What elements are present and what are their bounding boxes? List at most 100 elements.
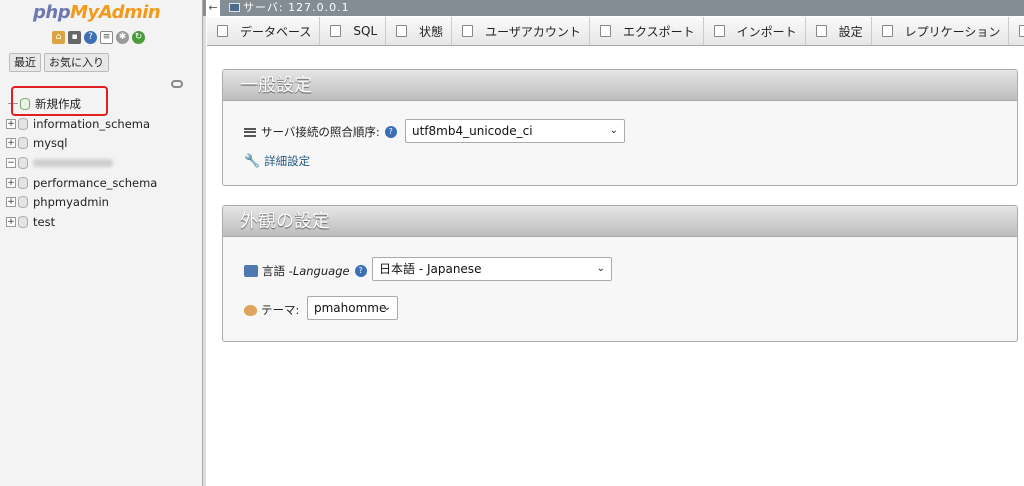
server-breadcrumb-bar: ← サーバ: 127.0.0.1 [203,0,1024,16]
server-breadcrumb[interactable]: サーバ: 127.0.0.1 [243,0,350,16]
help-icon[interactable]: ? [84,31,97,44]
tab-replication[interactable]: レプリケーション [871,17,1010,45]
collation-select[interactable]: utf8mb4_unicode_ci ⌄ [405,119,625,143]
database-item[interactable]: + information_schema [6,114,157,134]
tab-label: インポート [736,24,797,39]
sql-icon [330,25,342,37]
nav-tabs: 最近 お気に入り [9,53,109,72]
tab-export[interactable]: エクスポート [589,17,704,45]
tab-settings[interactable]: 設定 [805,17,872,45]
language-label-en: Language [292,264,350,278]
language-label: 言語 - [262,264,293,278]
link-with-main-panel-icon[interactable] [171,80,183,88]
expand-icon[interactable]: + [6,197,16,208]
back-arrow-icon[interactable]: ← [206,0,220,16]
collation-value: utf8mb4_unicode_ci [412,124,533,138]
database-icon [18,137,28,150]
tab-label: エクスポート [622,24,695,39]
chevron-down-icon: ⌄ [382,302,391,313]
tab-label: レプリケーション [904,24,1001,39]
database-icon [18,215,28,228]
highlight-box [11,86,108,116]
variables-icon [1019,25,1024,37]
database-name[interactable]: phpmyadmin [33,195,109,209]
panel-title: 一般設定 [223,70,1017,101]
theme-select[interactable]: pmahomme ⌄ [307,296,398,320]
language-select[interactable]: 日本語 - Japanese ⌄ [372,257,612,281]
list-icon [244,127,256,137]
docs-icon[interactable]: ≡ [100,31,113,44]
appearance-settings-panel: 外観の設定 言語 - Language ? 日本語 - Japanese ⌄ テ… [222,205,1018,342]
favorites-tab[interactable]: お気に入り [44,53,109,72]
tab-label: SQL [353,24,378,38]
tab-sql[interactable]: SQL [320,17,387,45]
logo[interactable]: phpMyAdmin [33,2,161,23]
help-icon[interactable]: ? [354,265,367,277]
collation-row: サーバ接続の照合順序: ? [244,124,397,140]
tab-variables[interactable]: 変数 [1009,17,1024,45]
database-name[interactable]: mysql [33,136,68,150]
nav-icon-bar: ⌂ ▪ ? ≡ ✱ ↻ [52,31,145,44]
settings-icon [815,25,827,37]
status-icon [396,25,408,37]
expand-icon[interactable]: + [6,138,16,149]
more-settings-link[interactable]: 詳細設定 [264,153,310,169]
collation-label: サーバ接続の照合順序: [261,125,380,139]
reload-icon[interactable]: ↻ [132,31,145,44]
expand-icon[interactable]: + [6,118,16,129]
database-item[interactable]: + performance_schema [6,173,157,193]
tab-label: データベース [240,24,312,39]
tab-label: ユーザアカウント [485,24,581,39]
theme-value: pmahomme [314,301,387,315]
database-item[interactable]: + mysql [6,133,157,153]
palette-icon [244,304,257,316]
theme-label: テーマ: [261,303,300,317]
navigation-panel: phpMyAdmin ⌂ ▪ ? ≡ ✱ ↻ 最近 お気に入り 新規作成 + i… [0,0,206,486]
tab-label: 設定 [838,24,863,39]
tab-status[interactable]: 状態 [386,17,453,45]
tab-import[interactable]: インポート [703,17,806,45]
database-icon [18,196,28,209]
exit-icon[interactable]: ▪ [68,31,81,44]
tab-label: 状態 [419,24,444,39]
language-value: 日本語 - Japanese [379,262,482,276]
database-name[interactable]: performance_schema [33,176,157,190]
database-item[interactable]: + phpmyadmin [6,192,157,212]
database-icon [18,176,28,189]
language-icon [244,265,258,277]
chevron-down-icon: ⌄ [609,125,618,136]
tab-user-accounts[interactable]: ユーザアカウント [452,17,590,45]
collapse-icon[interactable]: − [6,157,16,168]
language-row: 言語 - Language ? [244,263,367,279]
home-icon[interactable]: ⌂ [52,31,65,44]
blurred-database-name[interactable] [33,158,113,167]
database-name[interactable]: information_schema [33,117,150,131]
settings-icon[interactable]: ✱ [116,31,129,44]
import-icon [713,25,725,37]
theme-row: テーマ: [244,302,299,318]
panel-splitter[interactable] [203,0,206,486]
database-item[interactable]: + test [6,212,157,232]
export-icon [599,25,611,37]
chevron-down-icon: ⌄ [596,263,605,274]
tab-databases[interactable]: データベース [207,17,321,45]
database-icon [18,156,28,169]
expand-icon[interactable]: + [6,177,16,188]
database-item[interactable]: − [6,153,157,173]
more-settings-row[interactable]: 🔧 詳細設定 [244,153,310,169]
panel-title: 外観の設定 [223,206,1017,237]
expand-icon[interactable]: + [6,216,16,227]
help-icon[interactable]: ? [384,126,397,138]
database-name[interactable]: test [33,215,55,229]
database-icon [217,25,228,37]
server-icon [229,3,240,12]
wrench-icon: 🔧 [244,153,261,169]
logo-part1: php [33,2,71,23]
logo-part2: MyAdmin [70,2,161,23]
database-icon [18,117,28,130]
users-icon [462,25,474,37]
general-settings-panel: 一般設定 サーバ接続の照合順序: ? utf8mb4_unicode_ci ⌄ … [222,69,1018,186]
replication-icon [881,25,893,37]
top-menu: データベース SQL 状態 ユーザアカウント エクスポート インポート 設定 レ… [207,17,1024,46]
recent-tab[interactable]: 最近 [9,53,41,72]
